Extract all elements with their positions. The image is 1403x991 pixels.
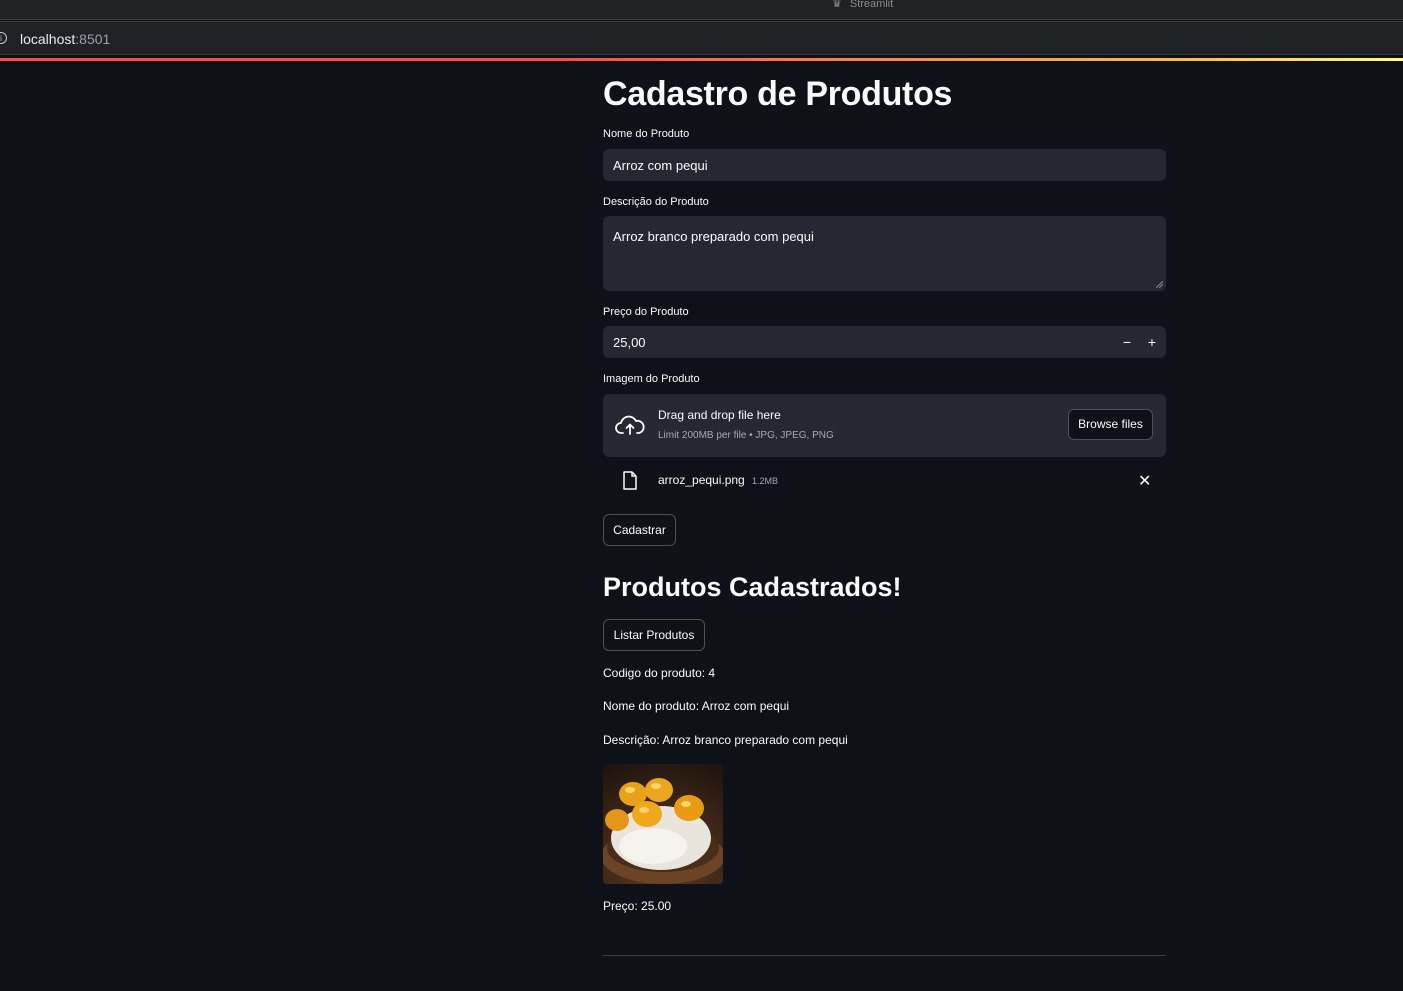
- divider: [603, 955, 1166, 956]
- uploaded-file: arroz_pequi.png 1.2MB ✕: [603, 467, 1166, 497]
- url-host: localhost: [20, 31, 76, 47]
- uploaded-file-name: arroz_pequi.png: [658, 473, 745, 487]
- product-description: Descrição: Arroz branco preparado com pe…: [603, 733, 848, 747]
- browse-files-button[interactable]: Browse files: [1068, 409, 1153, 440]
- name-label: Nome do Produto: [603, 128, 690, 140]
- file-dropzone[interactable]: Drag and drop file here Limit 200MB per …: [603, 394, 1166, 457]
- remove-file-close-icon[interactable]: ✕: [1138, 471, 1151, 491]
- price-number-input[interactable]: 25,00 − +: [603, 326, 1166, 358]
- listar-produtos-button[interactable]: Listar Produtos: [603, 619, 705, 651]
- url-port: :8501: [75, 31, 111, 47]
- product-code: Codigo do produto: 4: [603, 666, 716, 680]
- resize-grip-icon[interactable]: [1156, 281, 1163, 288]
- price-decrement-button[interactable]: −: [1115, 326, 1139, 358]
- url-text[interactable]: localhost:8501: [20, 31, 110, 47]
- cadastrar-button[interactable]: Cadastrar: [603, 514, 676, 546]
- address-bar[interactable]: i localhost:8501: [0, 21, 1403, 55]
- image-label: Imagem do Produto: [603, 373, 700, 385]
- description-textarea-value: Arroz branco preparado com pequi: [613, 229, 814, 244]
- browser-titlebar: ♛ Streamlit: [0, 0, 1403, 20]
- dropzone-instructions: Drag and drop file here: [658, 408, 781, 422]
- streamlit-crown-icon: ♛: [832, 0, 842, 10]
- dropzone-limit: Limit 200MB per file • JPG, JPEG, PNG: [658, 430, 834, 441]
- price-label: Preço do Produto: [603, 306, 689, 318]
- file-icon: [623, 471, 637, 490]
- product-image: [603, 764, 723, 884]
- section-heading-produtos: Produtos Cadastrados!: [603, 572, 902, 602]
- cloud-upload-icon: [615, 415, 645, 435]
- product-image-drawing: [603, 778, 723, 884]
- price-input-value: 25,00: [613, 335, 646, 350]
- window-title-text: Streamlit: [849, 0, 894, 10]
- description-textarea[interactable]: Arroz branco preparado com pequi: [603, 216, 1166, 291]
- name-input[interactable]: Arroz com pequi: [603, 149, 1166, 181]
- name-input-value: Arroz com pequi: [613, 158, 708, 173]
- site-info-icon[interactable]: i: [0, 32, 7, 44]
- description-label: Descrição do Produto: [603, 196, 709, 208]
- streamlit-decoration-bar: [0, 58, 1403, 61]
- price-increment-button[interactable]: +: [1140, 326, 1164, 358]
- uploaded-file-size: 1.2MB: [752, 476, 779, 486]
- product-price: Preço: 25.00: [603, 899, 672, 913]
- page-title: Cadastro de Produtos: [603, 75, 953, 113]
- window-title: ♛ Streamlit: [832, 0, 893, 10]
- product-name: Nome do produto: Arroz com pequi: [603, 699, 790, 713]
